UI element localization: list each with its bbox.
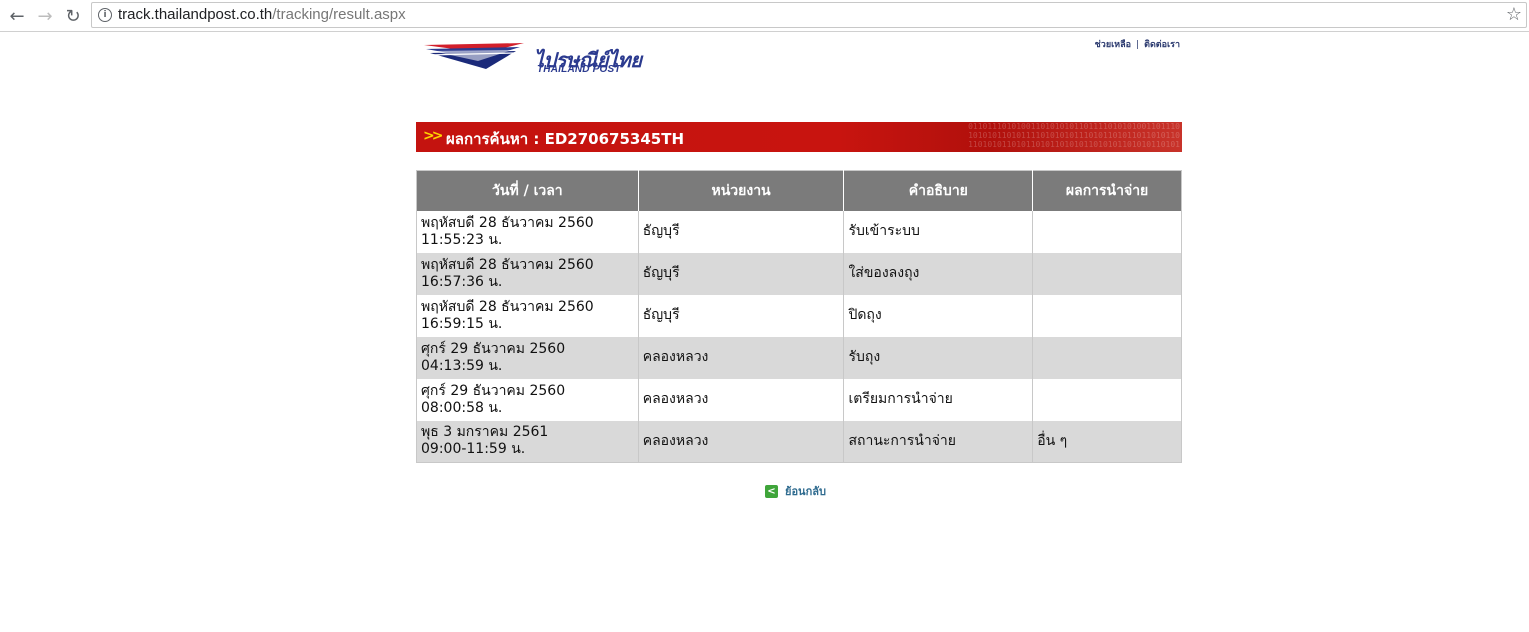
logo-text-english: THAILAND POST bbox=[537, 64, 621, 75]
table-row: พฤหัสบดี 28 ธันวาคม 2560 16:57:36 น. ธัญบ… bbox=[416, 252, 1182, 295]
back-arrow-icon[interactable]: < bbox=[765, 484, 778, 498]
cell-description: ปิดถุง bbox=[843, 294, 1034, 337]
link-separator: | bbox=[1136, 40, 1140, 50]
help-link[interactable]: ช่วยเหลือ bbox=[1095, 40, 1131, 50]
result-title: ผลการค้นหา : ED270675345TH bbox=[446, 130, 685, 148]
table-row: พฤหัสบดี 28 ธันวาคม 2560 16:59:15 น. ธัญบ… bbox=[416, 294, 1182, 337]
cell-description: เตรียมการนำจ่าย bbox=[843, 378, 1034, 421]
header-delivery-result: ผลการนำจ่าย bbox=[1032, 170, 1182, 211]
info-icon[interactable]: i bbox=[98, 8, 112, 22]
cell-result bbox=[1032, 336, 1182, 379]
url-text[interactable]: track.thailandpost.co.th/tracking/result… bbox=[118, 6, 406, 23]
table-header-row: วันที่ / เวลา หน่วยงาน คำอธิบาย ผลการนำจ… bbox=[416, 170, 1182, 211]
cell-date: ศุกร์ 29 ธันวาคม 2560 bbox=[421, 382, 566, 399]
table-row: ศุกร์ 29 ธันวาคม 2560 04:13:59 น. คลองหลว… bbox=[416, 336, 1182, 379]
header-date-time: วันที่ / เวลา bbox=[416, 170, 639, 211]
table-row: พุธ 3 มกราคม 2561 09:00-11:59 น. คลองหลวง… bbox=[416, 420, 1182, 463]
cell-date: พฤหัสบดี 28 ธันวาคม 2560 bbox=[421, 256, 594, 273]
binary-decoration: 0110111010100110101010110111101010100110… bbox=[968, 122, 1180, 149]
cell-date: พุธ 3 มกราคม 2561 bbox=[421, 424, 549, 441]
cell-date: พฤหัสบดี 28 ธันวาคม 2560 bbox=[421, 214, 594, 231]
cell-result: อื่น ๆ bbox=[1032, 420, 1182, 463]
cell-time: 16:59:15 น. bbox=[421, 315, 503, 332]
cell-result bbox=[1032, 252, 1182, 295]
double-chevron-icon: >> bbox=[423, 128, 444, 144]
thailand-post-logo[interactable]: ไปรษณีย์ไทย THAILAND POST bbox=[424, 39, 642, 75]
cell-date-time: พฤหัสบดี 28 ธันวาคม 2560 11:55:23 น. bbox=[416, 210, 639, 253]
cell-date: ศุกร์ 29 ธันวาคม 2560 bbox=[421, 340, 566, 357]
cell-description: ใส่ของลงถุง bbox=[843, 252, 1034, 295]
url-path: /tracking/result.aspx bbox=[272, 6, 406, 23]
cell-date-time: พุธ 3 มกราคม 2561 09:00-11:59 น. bbox=[416, 420, 639, 463]
result-title-bar: 0110111010100110101010110111101010100110… bbox=[416, 122, 1182, 152]
cell-unit: ธัญบุรี bbox=[638, 252, 845, 295]
cell-unit: คลองหลวง bbox=[638, 378, 845, 421]
top-links: ช่วยเหลือ | ติดต่อเรา bbox=[1095, 37, 1180, 51]
cell-time: 11:55:23 น. bbox=[421, 231, 503, 248]
tracking-table: วันที่ / เวลา หน่วยงาน คำอธิบาย ผลการนำจ… bbox=[416, 170, 1182, 463]
cell-description: สถานะการนำจ่าย bbox=[843, 420, 1034, 463]
reload-icon[interactable]: ↻ bbox=[61, 4, 85, 28]
cell-unit: คลองหลวง bbox=[638, 420, 845, 463]
header-unit: หน่วยงาน bbox=[638, 170, 845, 211]
browser-chrome: ← → ↻ i track.thailandpost.co.th/trackin… bbox=[0, 0, 1529, 32]
cell-unit: ธัญบุรี bbox=[638, 210, 845, 253]
cell-time: 09:00-11:59 น. bbox=[421, 441, 526, 458]
bookmark-star-icon[interactable]: ☆ bbox=[1506, 4, 1522, 25]
forward-arrow-icon[interactable]: → bbox=[33, 4, 57, 28]
cell-unit: ธัญบุรี bbox=[638, 294, 845, 337]
cell-result bbox=[1032, 294, 1182, 337]
table-row: พฤหัสบดี 28 ธันวาคม 2560 11:55:23 น. ธัญบ… bbox=[416, 210, 1182, 253]
header-description: คำอธิบาย bbox=[843, 170, 1034, 211]
back-label[interactable]: ย้อนกลับ bbox=[785, 482, 826, 500]
cell-description: รับถุง bbox=[843, 336, 1034, 379]
back-arrow-icon[interactable]: ← bbox=[5, 4, 29, 28]
cell-result bbox=[1032, 210, 1182, 253]
site-header: ไปรษณีย์ไทย THAILAND POST ช่วยเหลือ | ติดต… bbox=[416, 33, 1182, 122]
cell-result bbox=[1032, 378, 1182, 421]
cell-date-time: ศุกร์ 29 ธันวาคม 2560 08:00:58 น. bbox=[416, 378, 639, 421]
page-content: ไปรษณีย์ไทย THAILAND POST ช่วยเหลือ | ติดต… bbox=[416, 33, 1182, 498]
cell-date: พฤหัสบดี 28 ธันวาคม 2560 bbox=[421, 298, 594, 315]
cell-time: 08:00:58 น. bbox=[421, 399, 503, 416]
back-link[interactable]: < ย้อนกลับ bbox=[765, 482, 826, 500]
url-host: track.thailandpost.co.th bbox=[118, 6, 273, 23]
table-row: ศุกร์ 29 ธันวาคม 2560 08:00:58 น. คลองหลว… bbox=[416, 378, 1182, 421]
address-bar[interactable]: i track.thailandpost.co.th/tracking/resu… bbox=[91, 2, 1527, 28]
cell-time: 04:13:59 น. bbox=[421, 357, 503, 374]
cell-date-time: พฤหัสบดี 28 ธันวาคม 2560 16:57:36 น. bbox=[416, 252, 639, 295]
logo-wing-icon bbox=[424, 43, 524, 69]
cell-unit: คลองหลวง bbox=[638, 336, 845, 379]
contact-link[interactable]: ติดต่อเรา bbox=[1144, 40, 1180, 50]
cell-description: รับเข้าระบบ bbox=[843, 210, 1034, 253]
cell-time: 16:57:36 น. bbox=[421, 273, 503, 290]
cell-date-time: ศุกร์ 29 ธันวาคม 2560 04:13:59 น. bbox=[416, 336, 639, 379]
cell-date-time: พฤหัสบดี 28 ธันวาคม 2560 16:59:15 น. bbox=[416, 294, 639, 337]
